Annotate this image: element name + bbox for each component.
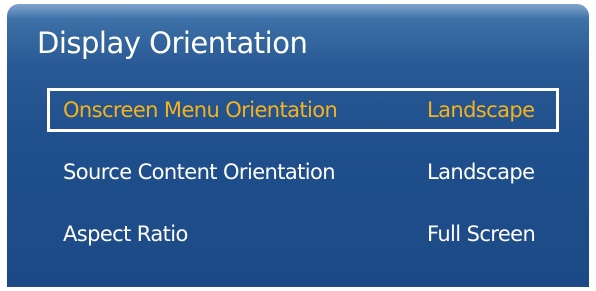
display-orientation-panel: Display Orientation Onscreen Menu Orient… [7, 4, 589, 287]
panel-title: Display Orientation [37, 26, 308, 60]
menu-item-value: Landscape [427, 98, 535, 122]
menu-item-value: Landscape [427, 160, 535, 184]
menu-item-label: Aspect Ratio [63, 222, 188, 246]
menu-item-value: Full Screen [427, 222, 536, 246]
menu-item-onscreen-menu-orientation[interactable]: Onscreen Menu Orientation Landscape [47, 88, 559, 132]
menu-item-label: Source Content Orientation [63, 160, 336, 184]
menu-item-aspect-ratio[interactable]: Aspect Ratio Full Screen [47, 212, 559, 256]
menu-item-label: Onscreen Menu Orientation [63, 98, 338, 122]
menu-item-source-content-orientation[interactable]: Source Content Orientation Landscape [47, 150, 559, 194]
